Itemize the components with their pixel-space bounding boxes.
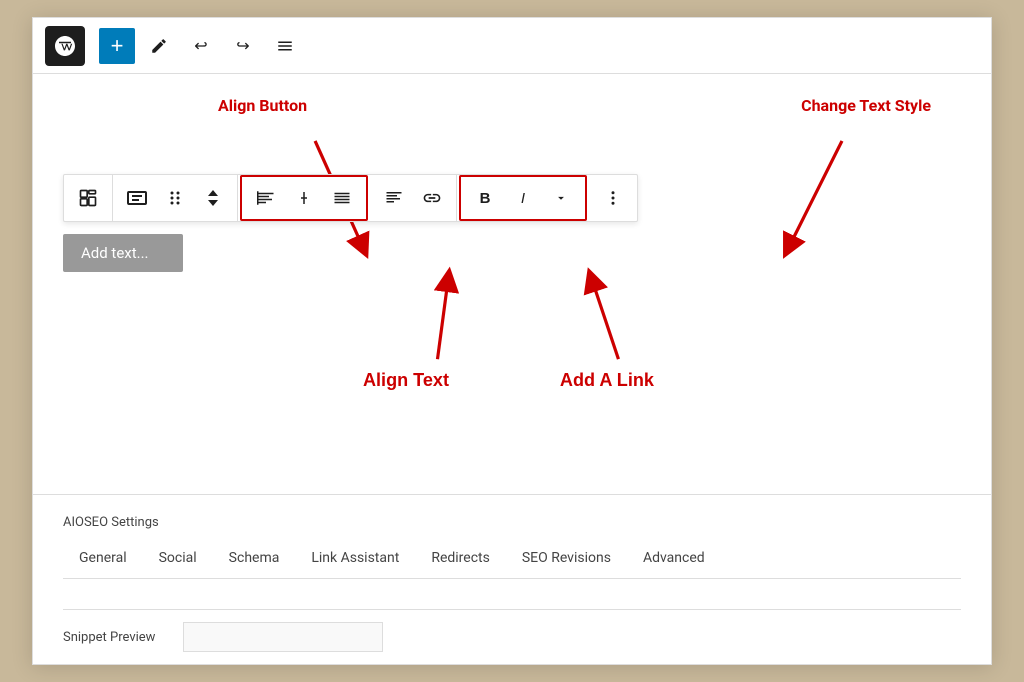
hamburger-icon (276, 37, 294, 55)
move-up-down-button[interactable] (195, 180, 231, 216)
drag-handle-button[interactable] (157, 180, 193, 216)
wp-toolbar: + ↩ ↪ (33, 18, 991, 74)
chevron-down-icon (554, 191, 568, 205)
align-left-icon (257, 189, 275, 207)
screenshot-container: + ↩ ↪ Align Button Change Text Style (32, 17, 992, 665)
italic-button[interactable]: I (505, 180, 541, 216)
snippet-preview-label: Snippet Preview (63, 630, 183, 645)
align-group (240, 175, 368, 221)
block-type-group (64, 175, 113, 221)
more-styles-button[interactable] (543, 180, 579, 216)
snippet-preview-field[interactable] (183, 622, 383, 652)
more-options-group (589, 175, 637, 221)
wp-logo (45, 26, 85, 66)
wp-logo-icon (53, 34, 77, 58)
more-vert-icon (604, 189, 622, 207)
text-align-link-group (370, 175, 457, 221)
redo-button[interactable]: ↪ (225, 28, 261, 64)
aioseo-tabs: General Social Schema Link Assistant Red… (63, 540, 961, 579)
tab-general[interactable]: General (63, 540, 143, 578)
add-block-button[interactable]: + (99, 28, 135, 64)
text-style-group: B I (459, 175, 587, 221)
align-button-annotation: Align Button (218, 96, 307, 115)
tab-schema[interactable]: Schema (213, 540, 296, 578)
drag-icon (168, 189, 182, 207)
align-justify-button[interactable] (324, 180, 360, 216)
snippet-preview-row: Snippet Preview (63, 609, 961, 664)
tab-social[interactable]: Social (143, 540, 213, 578)
block-type-button[interactable] (70, 180, 106, 216)
text-align-icon (385, 189, 403, 207)
arrows-overlay: Align Text Add A Link (33, 74, 991, 474)
move-arrows-icon (205, 189, 221, 207)
link-icon (422, 188, 442, 208)
svg-text:Align Text: Align Text (363, 370, 449, 390)
block-toolbar-wrapper: B I Add text... (63, 174, 961, 272)
inline-icon (127, 191, 147, 205)
tab-seo-revisions[interactable]: SEO Revisions (506, 540, 627, 578)
align-center-add-icon (295, 189, 313, 207)
aioseo-settings: AIOSEO Settings General Social Schema Li… (33, 495, 991, 579)
editor-main: Align Button Change Text Style Align Tex… (33, 74, 991, 474)
pencil-icon (150, 37, 168, 55)
svg-text:Add A Link: Add A Link (560, 370, 655, 390)
tab-link-assistant[interactable]: Link Assistant (295, 540, 415, 578)
bottom-section: Snippet Preview (33, 579, 991, 664)
menu-button[interactable] (267, 28, 303, 64)
change-text-style-annotation: Change Text Style (801, 96, 931, 115)
add-text-placeholder[interactable]: Add text... (63, 234, 183, 272)
bold-button[interactable]: B (467, 180, 503, 216)
tab-redirects[interactable]: Redirects (415, 540, 506, 578)
text-align-button[interactable] (376, 180, 412, 216)
link-button[interactable] (414, 180, 450, 216)
inline-block-button[interactable] (119, 180, 155, 216)
undo-button[interactable]: ↩ (183, 28, 219, 64)
align-left-button[interactable] (248, 180, 284, 216)
align-justify-icon (333, 189, 351, 207)
inline-controls-group (113, 175, 238, 221)
aioseo-title: AIOSEO Settings (63, 515, 961, 530)
more-options-button[interactable] (595, 180, 631, 216)
block-type-icon (78, 188, 98, 208)
tab-advanced[interactable]: Advanced (627, 540, 721, 578)
block-toolbar: B I (63, 174, 638, 222)
edit-icon-button[interactable] (141, 28, 177, 64)
align-center-button[interactable] (286, 180, 322, 216)
